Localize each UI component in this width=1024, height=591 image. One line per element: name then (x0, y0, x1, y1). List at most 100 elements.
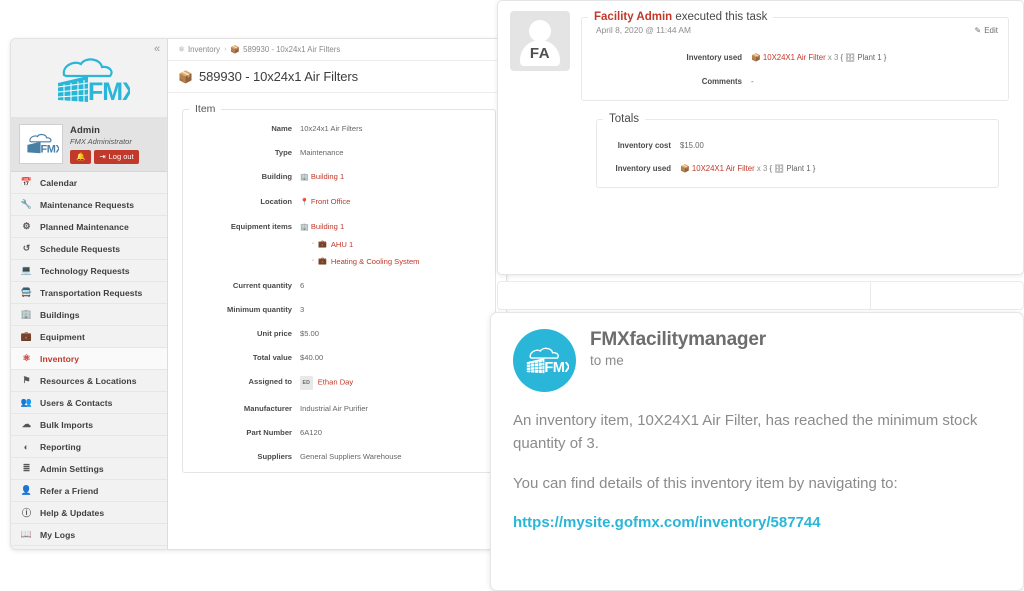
sidebar-item-reporting[interactable]: ◐ Reporting (11, 436, 167, 458)
bell-icon: 🔔 (76, 152, 86, 161)
bullet-icon: ◦ (312, 241, 315, 247)
assigned-user-link[interactable]: Ethan Day (318, 378, 353, 387)
user-initials-badge: ED (300, 376, 313, 390)
inventory-item-link[interactable]: 10X24X1 Air Filter (763, 53, 826, 62)
sidebar-item-resources-locations[interactable]: ⚑ Resources & Locations (11, 370, 167, 392)
field-value[interactable]: 📍 Front Office (300, 196, 350, 208)
sidebar-item-technology-requests[interactable]: 💻 Technology Requests (11, 260, 167, 282)
equipment-child-link[interactable]: AHU 1 (331, 239, 353, 250)
inventory-icon: ⚛ (22, 353, 31, 363)
edit-button[interactable]: ✎ Edit (975, 26, 999, 35)
sidebar-item-label: Reporting (40, 441, 82, 452)
field-value: General Suppliers Warehouse (300, 452, 402, 461)
laptop-icon: 💻 (20, 265, 33, 275)
background-panel (497, 281, 1024, 310)
sidebar-item-inventory[interactable]: ⚛ Inventory (11, 348, 167, 370)
pencil-square-icon: ✎ (974, 25, 982, 35)
row-label: Inventory used (615, 164, 671, 173)
execution-date: April 8, 2020 @ 11:44 AM (596, 25, 691, 35)
field-value: 3 (300, 305, 305, 314)
field-value: 6A120 (300, 428, 322, 437)
row-inventory-cost: Inventory cost $15.00 (597, 141, 998, 150)
sidebar-item-help-updates[interactable]: ⓘ Help & Updates (11, 502, 167, 524)
sidebar-item-calendar[interactable]: 📅 Calendar (11, 172, 167, 194)
sidebar-item-label: My Logs (40, 529, 76, 540)
field-type: Type Maintenance (183, 147, 495, 158)
sidebar-item-planned-maintenance[interactable]: ⚙ Planned Maintenance (11, 216, 167, 238)
box-icon: 📦 (680, 164, 690, 173)
row-label: Comments (701, 77, 742, 86)
notifications-button[interactable]: 🔔 (70, 150, 92, 164)
field-label: Manufacturer (243, 404, 292, 413)
email-inventory-link[interactable]: https://mysite.gofmx.com/inventory/58774… (513, 514, 1001, 531)
sidebar-collapse-icon[interactable]: « (150, 42, 164, 56)
briefcase-icon: 💼 (318, 258, 327, 265)
row-inventory-used: Inventory used 📦 10X24X1 Air Filter x 3 … (582, 53, 1008, 62)
sidebar-item-label: Equipment (40, 331, 85, 342)
bus-icon: 🚍 (20, 287, 33, 297)
sidebar-item-buildings[interactable]: 🏢 Buildings (11, 304, 167, 326)
building-link[interactable]: Building 1 (311, 172, 344, 181)
map-pin-icon: 📍 (300, 199, 309, 206)
item-card-legend: Item (195, 103, 216, 115)
question-circle-icon: ⓘ (21, 508, 32, 518)
equipment-child[interactable]: ◦ 💼 Heating & Cooling System (300, 256, 420, 267)
field-value: 10x24x1 Air Filters (300, 124, 363, 133)
sidebar-item-label: Technology Requests (40, 265, 130, 276)
breadcrumb: ⚛ Inventory › 📦 589930 - 10x24x1 Air Fil… (168, 39, 506, 61)
sidebar-item-bulk-imports[interactable]: ☁ Bulk Imports (11, 414, 167, 436)
background-divider (870, 281, 871, 310)
fmx-logo: FMX (11, 39, 167, 117)
email-sender: FMXfacilitymanager (590, 329, 766, 350)
sidebar-item-refer-a-friend[interactable]: 👤 Refer a Friend (11, 480, 167, 502)
avatar: FA (510, 11, 570, 71)
sidebar-item-label: Bulk Imports (40, 419, 94, 430)
bullet-icon: ◦ (312, 258, 315, 264)
sidebar-item-label: Users & Contacts (40, 397, 113, 408)
equipment-child-link[interactable]: Heating & Cooling System (331, 256, 420, 267)
history-icon: ↺ (22, 243, 31, 253)
fmx-logo-icon: FMX (526, 347, 569, 376)
field-value[interactable]: 🏢 Building 1 (300, 171, 344, 183)
row-label: Inventory used (686, 53, 742, 62)
user-plus-icon: 👤 (20, 485, 33, 495)
sidebar-item-equipment[interactable]: 💼 Equipment (11, 326, 167, 348)
email-recipient: to me (590, 353, 624, 368)
sidebar-item-my-logs[interactable]: 📖 My Logs (11, 524, 167, 546)
breadcrumb-item-inventory[interactable]: ⚛ Inventory (178, 45, 220, 54)
equipment-root[interactable]: 🏢 Building 1 (300, 221, 420, 233)
sidebar-item-label: Maintenance Requests (40, 199, 135, 210)
sidebar-item-label: Planned Maintenance (40, 221, 129, 232)
equipment-child[interactable]: ◦ 💼 AHU 1 (300, 239, 420, 250)
sidebar-item-schedule-requests[interactable]: ↺ Schedule Requests (11, 238, 167, 260)
totals-legend: Totals (609, 113, 640, 125)
users-icon: 👥 (20, 397, 33, 407)
field-value: Industrial Air Purifier (300, 404, 368, 413)
sidebar-item-admin-settings[interactable]: ≣ Admin Settings (11, 458, 167, 480)
comments-value: - (751, 77, 754, 86)
equipment-root-link[interactable]: Building 1 (311, 222, 344, 231)
sidebar-item-users-contacts[interactable]: 👥 Users & Contacts (11, 392, 167, 414)
totals-card: Totals Inventory cost $15.00 Inventory u… (596, 113, 999, 188)
sidebar-item-maintenance-requests[interactable]: 🔧 Maintenance Requests (11, 194, 167, 216)
profile-name: Admin (70, 125, 101, 136)
breadcrumb-item-current[interactable]: 📦 589930 - 10x24x1 Air Filters (230, 45, 340, 54)
item-details-card: Item Name 10x24x1 Air Filters Type Maint… (182, 103, 496, 473)
logout-button[interactable]: ⇥ Log out (94, 150, 139, 164)
inventory-location: { 🗄 Plant 1 } (840, 53, 887, 62)
field-label: Location (260, 197, 292, 206)
sidebar-item-transportation-requests[interactable]: 🚍 Transportation Requests (11, 282, 167, 304)
row-comments: Comments - (582, 77, 1008, 86)
field-label: Unit price (256, 329, 292, 338)
field-label: Building (261, 172, 292, 181)
field-value: 6 (300, 281, 305, 290)
sender-avatar: FMX (513, 329, 576, 392)
briefcase-icon: 💼 (318, 241, 327, 248)
inventory-icon: ⚛ (178, 45, 185, 54)
inventory-item-link[interactable]: 10X24X1 Air Filter (692, 164, 755, 173)
avatar: FMX (19, 124, 63, 164)
fmx-avatar-icon: FMX (27, 133, 59, 155)
field-value: Maintenance (300, 148, 344, 157)
svg-text:FMX: FMX (544, 360, 569, 376)
location-link[interactable]: Front Office (311, 197, 351, 206)
